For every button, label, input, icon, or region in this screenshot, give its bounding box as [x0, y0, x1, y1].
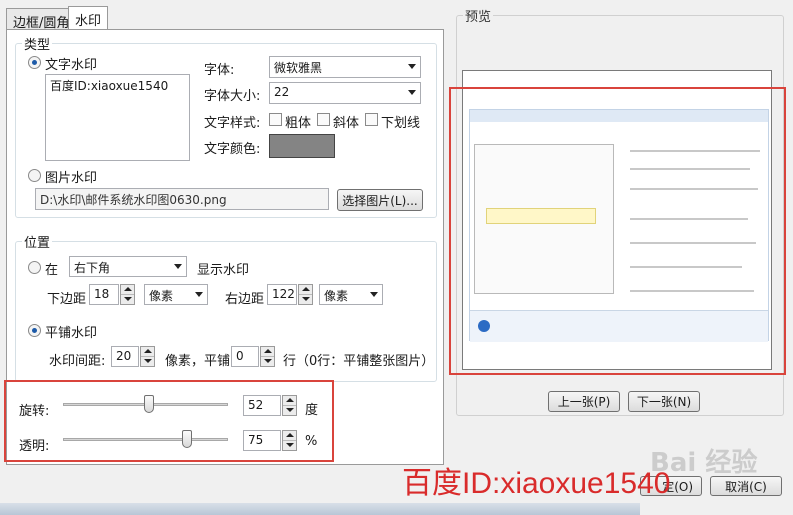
- spin-down-icon[interactable]: [261, 357, 274, 367]
- spin-down-icon[interactable]: [121, 295, 134, 305]
- spin-down-icon[interactable]: [299, 295, 312, 305]
- spin-up-icon[interactable]: [121, 285, 134, 295]
- right-margin-label: 右边距: [225, 292, 265, 307]
- right-margin-input[interactable]: 122: [267, 284, 297, 305]
- position-group-legend: 位置: [24, 236, 51, 251]
- chevron-down-icon: [370, 291, 378, 297]
- bottom-unit-value: 像素: [149, 289, 174, 303]
- spin-up-icon[interactable]: [141, 347, 154, 357]
- right-unit-select[interactable]: 像素: [319, 284, 383, 305]
- cancel-button[interactable]: 取消(C): [710, 476, 782, 496]
- underline-label[interactable]: 下划线: [381, 112, 420, 131]
- prev-image-button[interactable]: 上一张(P): [548, 391, 620, 412]
- tile-rows-input[interactable]: 0: [231, 346, 259, 367]
- image-path-field[interactable]: D:\水印\邮件系统水印图0630.png: [35, 188, 329, 210]
- at-label[interactable]: 在: [45, 259, 58, 278]
- image-watermark-label[interactable]: 图片水印: [45, 167, 97, 186]
- tile-watermark-radio[interactable]: [28, 324, 41, 337]
- text-color-label: 文字颜色:: [204, 142, 261, 157]
- bottom-margin-stepper[interactable]: [120, 284, 135, 305]
- preview-label: 预览: [465, 10, 492, 25]
- bottom-margin-label: 下边距: [47, 292, 87, 307]
- italic-checkbox[interactable]: [317, 113, 330, 126]
- font-select-value: 微软雅黑: [274, 61, 323, 75]
- spacing-input[interactable]: 20: [111, 346, 139, 367]
- text-color-swatch[interactable]: [269, 134, 335, 158]
- spin-up-icon[interactable]: [299, 285, 312, 295]
- tile-mid-label: 像素，平铺: [165, 354, 231, 369]
- highlight-box-preview: [449, 87, 786, 375]
- image-watermark-radio[interactable]: [28, 169, 41, 182]
- spacing-stepper[interactable]: [140, 346, 155, 367]
- text-watermark-label[interactable]: 文字水印: [45, 54, 97, 73]
- chevron-down-icon: [195, 291, 203, 297]
- font-size-select[interactable]: 22: [269, 82, 421, 104]
- choose-image-button[interactable]: 选择图片(L)...: [337, 189, 423, 211]
- highlight-box-sliders: [4, 380, 334, 462]
- spin-down-icon[interactable]: [141, 357, 154, 367]
- font-label: 字体:: [204, 63, 235, 78]
- next-image-button[interactable]: 下一张(N): [628, 391, 700, 412]
- font-select[interactable]: 微软雅黑: [269, 56, 421, 78]
- corner-select[interactable]: 右下角: [69, 256, 187, 277]
- tile-rows-stepper[interactable]: [260, 346, 275, 367]
- chevron-down-icon: [408, 64, 416, 69]
- type-group-legend: 类型: [24, 38, 51, 53]
- bold-label[interactable]: 粗体: [285, 112, 311, 131]
- font-size-value: 22: [274, 85, 290, 99]
- watermark-text-field[interactable]: 百度ID:xiaoxue1540: [45, 74, 190, 161]
- at-position-radio[interactable]: [28, 261, 41, 274]
- right-margin-stepper[interactable]: [298, 284, 313, 305]
- tab-watermark[interactable]: 水印: [68, 6, 109, 30]
- taskbar-strip: [0, 503, 640, 515]
- text-watermark-radio[interactable]: [28, 56, 41, 69]
- text-style-label: 文字样式:: [204, 116, 261, 131]
- bottom-unit-select[interactable]: 像素: [144, 284, 208, 305]
- tile-rows-suffix: 行（0行：平铺整张图片）: [283, 354, 435, 369]
- bold-checkbox[interactable]: [269, 113, 282, 126]
- spacing-label: 水印间距:: [49, 354, 106, 369]
- tab-border-corner[interactable]: 边框/圆角: [6, 8, 77, 31]
- bottom-margin-input[interactable]: 18: [89, 284, 119, 305]
- corner-select-value: 右下角: [74, 261, 111, 275]
- chevron-down-icon: [408, 90, 416, 95]
- tile-watermark-label[interactable]: 平铺水印: [45, 322, 97, 341]
- spin-up-icon[interactable]: [261, 347, 274, 357]
- show-watermark-label: 显示水印: [197, 263, 250, 278]
- overlay-watermark-text: 百度ID:xiaoxue1540: [402, 467, 671, 500]
- right-unit-value: 像素: [324, 289, 349, 303]
- italic-label[interactable]: 斜体: [333, 112, 359, 131]
- chevron-down-icon: [174, 263, 182, 269]
- underline-checkbox[interactable]: [365, 113, 378, 126]
- font-size-label: 字体大小:: [204, 89, 261, 104]
